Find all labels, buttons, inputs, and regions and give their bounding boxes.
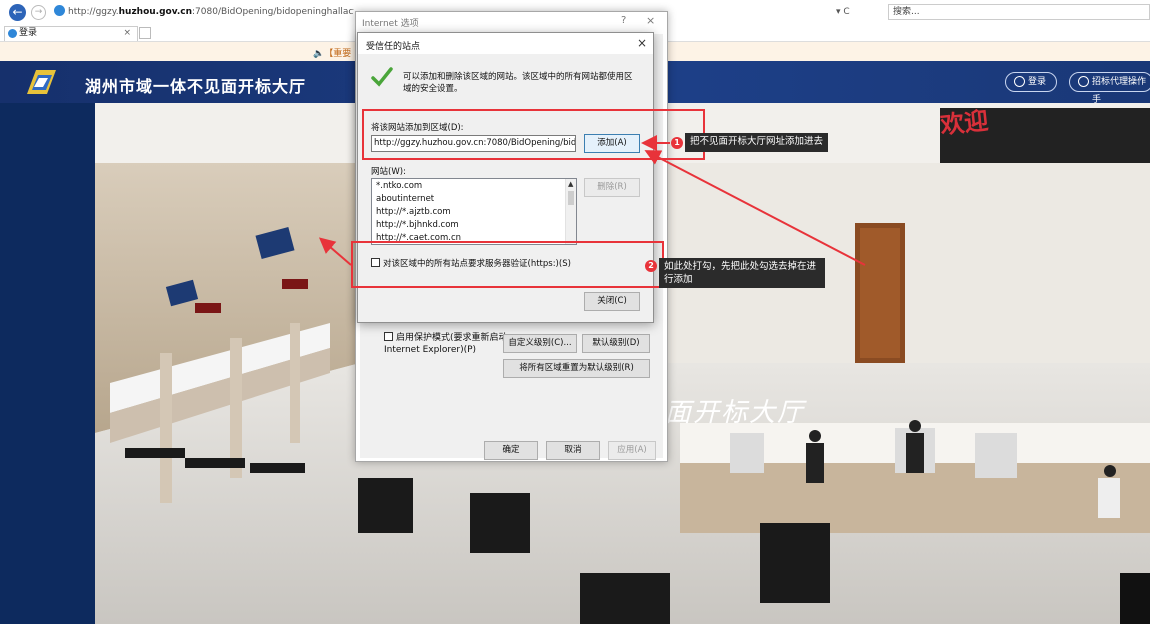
apply-button[interactable]: 应用(A) bbox=[608, 441, 656, 460]
forward-icon[interactable]: → bbox=[31, 5, 46, 20]
user-icon bbox=[1014, 76, 1025, 87]
site-logo bbox=[27, 70, 56, 94]
help-icon[interactable]: ? bbox=[621, 15, 626, 26]
default-level-button[interactable]: 默认级别(D) bbox=[582, 334, 650, 353]
search-input[interactable]: 搜索... bbox=[888, 4, 1150, 20]
close-icon[interactable]: × bbox=[646, 14, 655, 27]
checkbox-icon[interactable] bbox=[384, 332, 393, 341]
close-icon[interactable]: × bbox=[637, 36, 647, 50]
annotation-tip: 把不见面开标大厅网址添加进去 bbox=[685, 133, 829, 152]
reset-all-zones-button[interactable]: 将所有区域重置为默认级别(R) bbox=[503, 359, 650, 378]
list-item[interactable]: http://*.ajztb.com bbox=[376, 206, 451, 219]
protected-mode-checkbox[interactable]: 启用保护模式(要求重新启动 Internet Explorer)(P) bbox=[384, 332, 514, 356]
custom-level-button[interactable]: 自定义级别(C)... bbox=[503, 334, 577, 353]
search-icon bbox=[1078, 76, 1089, 87]
back-icon[interactable]: ← bbox=[9, 4, 26, 21]
annotation-box-https bbox=[351, 241, 664, 288]
sites-list[interactable]: *.ntko.com aboutinternet http://*.ajztb.… bbox=[371, 178, 577, 245]
list-item[interactable]: *.ntko.com bbox=[376, 180, 422, 193]
login-button[interactable]: 登录 bbox=[1005, 72, 1057, 92]
refresh-icon[interactable]: ▾ C bbox=[836, 7, 850, 17]
guide-button[interactable]: 招标代理操作手 bbox=[1069, 72, 1150, 105]
scroll-up-icon[interactable]: ▲ bbox=[568, 180, 573, 188]
site-title: 湖州市域一体不见面开标大厅 bbox=[85, 77, 307, 96]
step-badge: 2 bbox=[645, 260, 657, 272]
tab-login[interactable]: 登录 × bbox=[4, 26, 138, 41]
ie-page-icon bbox=[54, 5, 65, 16]
annotation-box-add bbox=[362, 109, 705, 160]
welcome-sign: 欢迎 bbox=[938, 105, 990, 140]
tab-close-icon[interactable]: × bbox=[123, 27, 131, 40]
step-badge: 1 bbox=[671, 137, 683, 149]
remove-button[interactable]: 删除(R) bbox=[584, 178, 640, 197]
info-text: 可以添加和删除该区域的网站。该区域中的所有网站都使用区域的安全设置。 bbox=[403, 72, 633, 94]
check-icon bbox=[371, 67, 393, 87]
close-button[interactable]: 关闭(C) bbox=[584, 292, 640, 311]
new-tab-button[interactable] bbox=[139, 27, 151, 39]
address-bar[interactable]: http://ggzy.huzhou.gov.cn:7080/BidOpenin… bbox=[54, 4, 354, 20]
scrollbar[interactable]: ▲ bbox=[565, 179, 576, 244]
cancel-button[interactable]: 取消 bbox=[546, 441, 600, 460]
ok-button[interactable]: 确定 bbox=[484, 441, 538, 460]
sites-label: 网站(W): bbox=[371, 167, 406, 177]
list-item[interactable]: aboutinternet bbox=[376, 193, 434, 206]
dialog-title: Internet 选项 bbox=[362, 19, 419, 29]
list-item[interactable]: http://*.bjhnkd.com bbox=[376, 219, 459, 232]
hall-caption: 面开标大厅 bbox=[665, 398, 806, 428]
dialog-title: 受信任的站点 bbox=[366, 42, 421, 52]
scroll-thumb[interactable] bbox=[568, 191, 574, 205]
annotation-tip: 如此处打勾，先把此处勾选去掉在进行添加 bbox=[659, 258, 825, 288]
notice-text[interactable]: 🔈【重要 bbox=[313, 46, 351, 59]
ie-tab-icon bbox=[8, 29, 17, 38]
